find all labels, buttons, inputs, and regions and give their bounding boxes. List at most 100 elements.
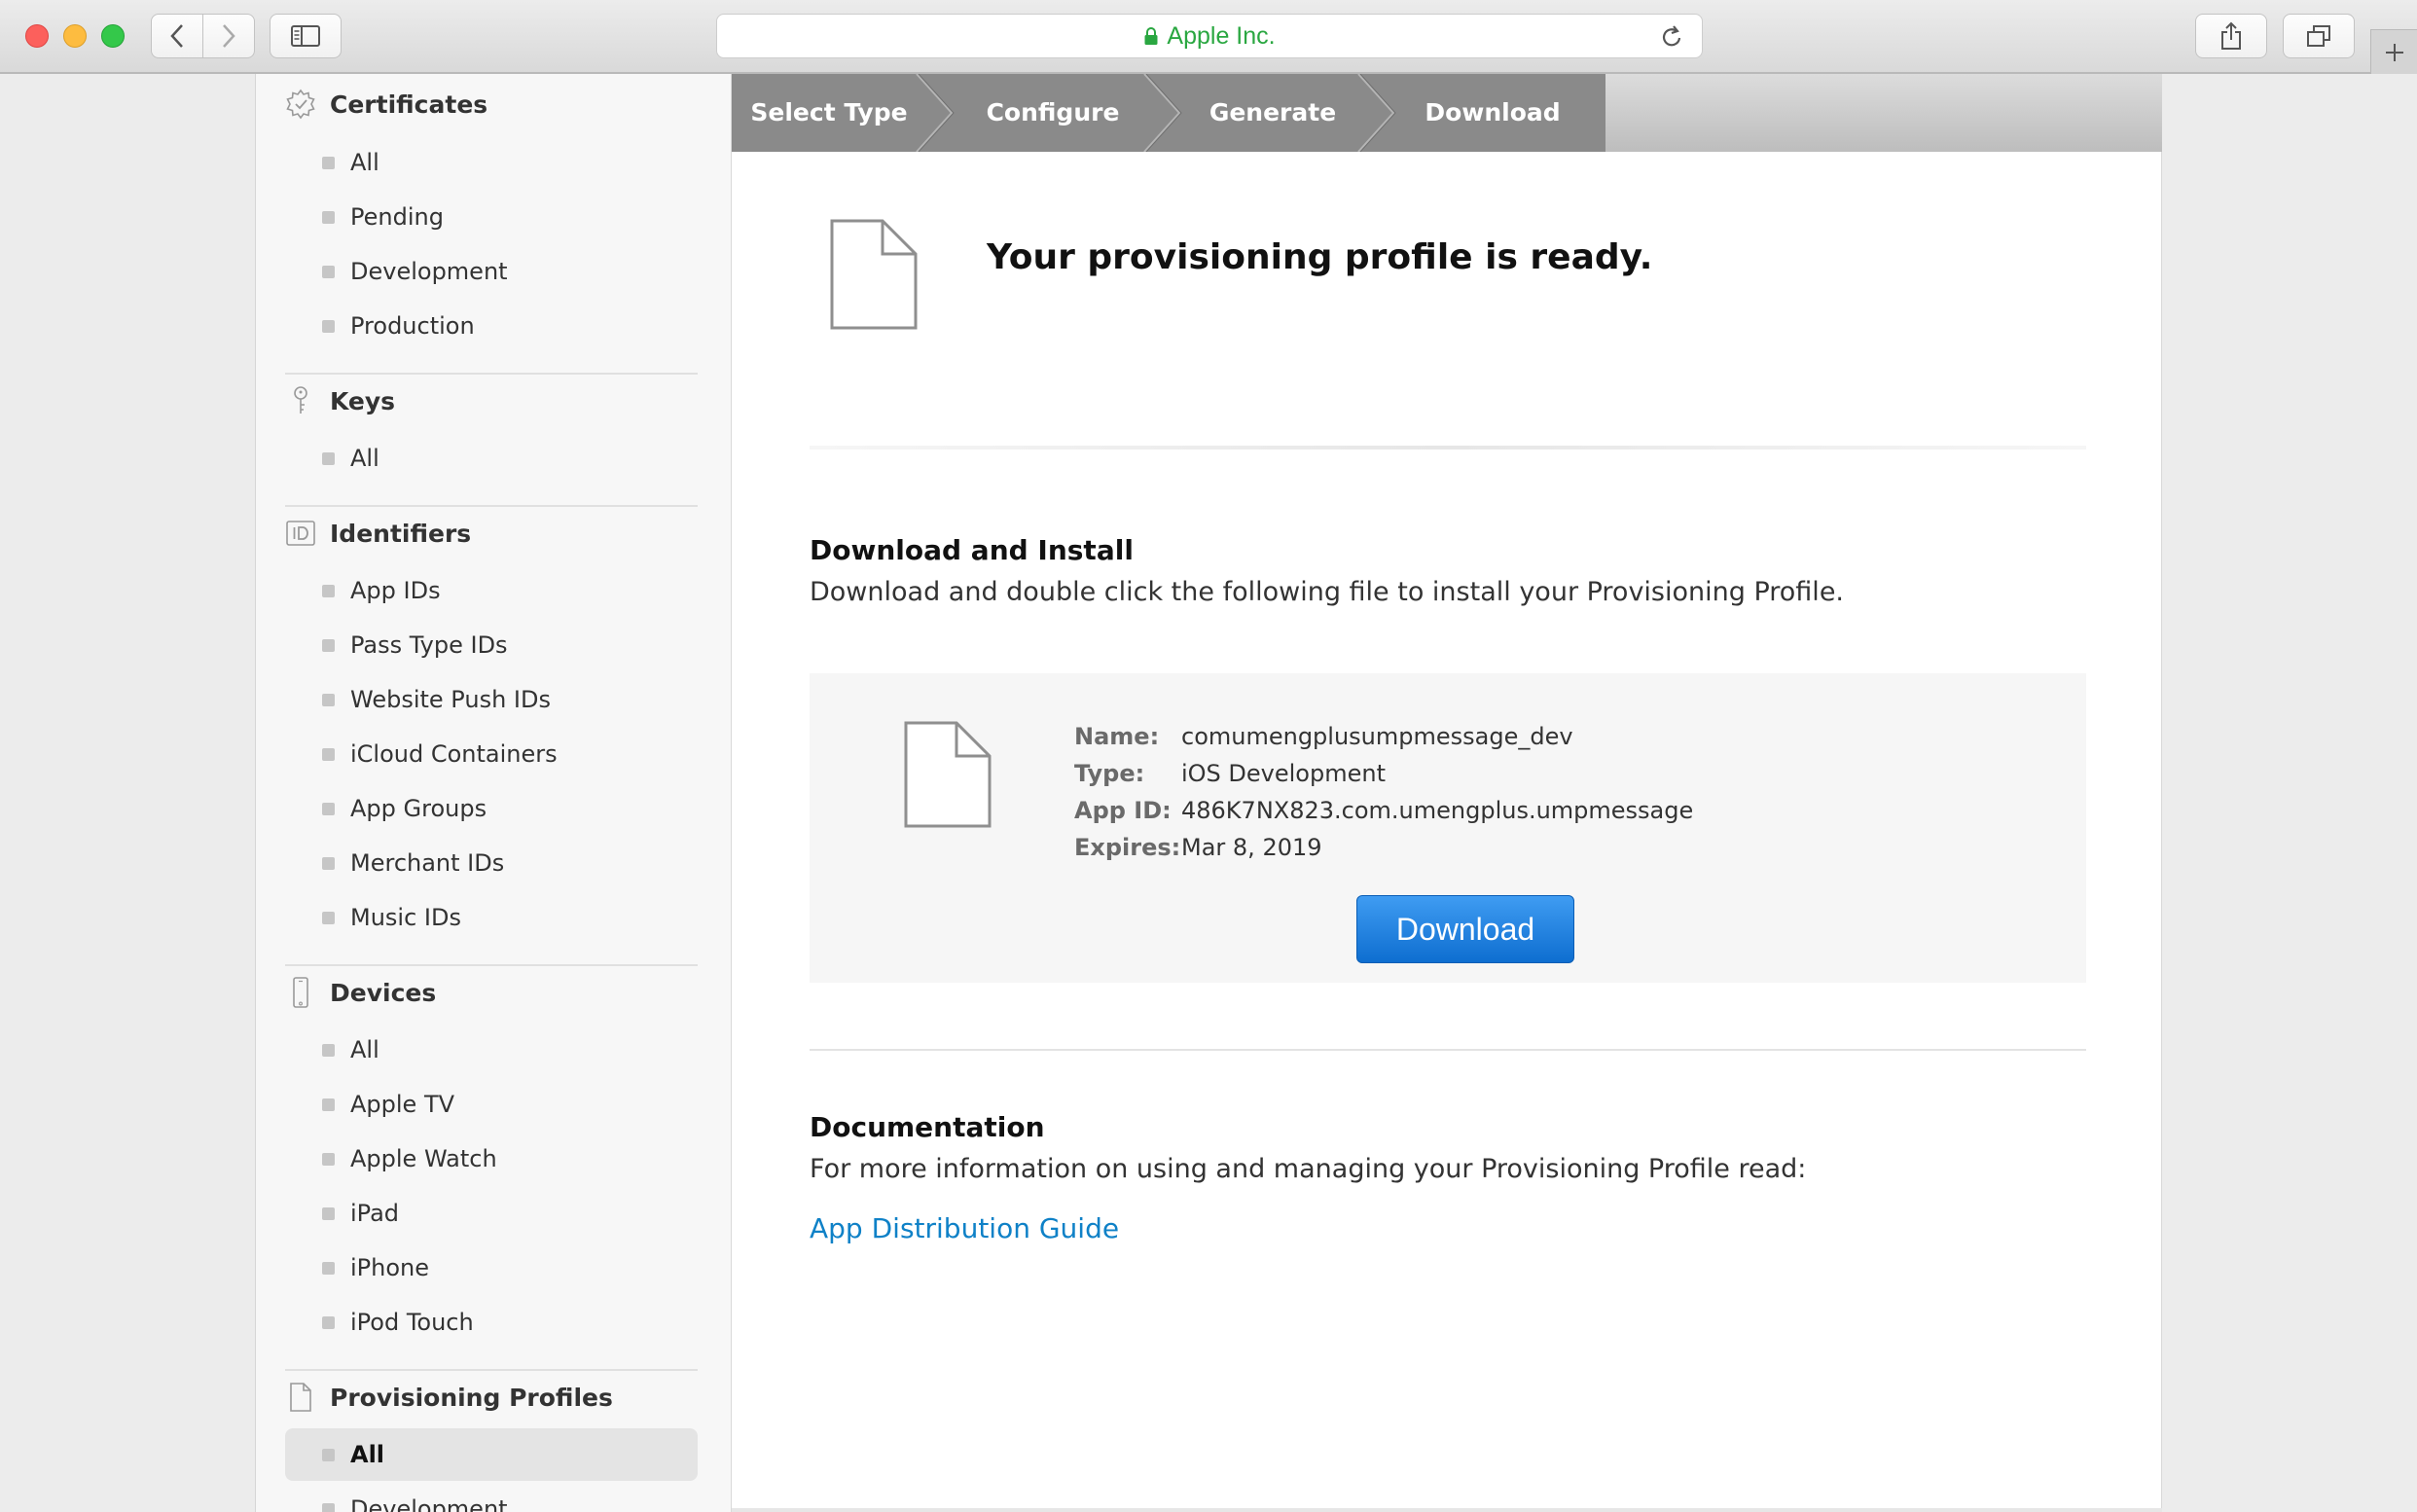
sidebar-section-provisioning-profiles[interactable]: Provisioning Profiles [285, 1382, 613, 1413]
bullet-icon [322, 1502, 335, 1512]
profile-type-row: Type: iOS Development [1074, 755, 1693, 792]
sidebar-item-icloud-containers[interactable]: iCloud Containers [285, 728, 698, 780]
profile-appid-label: App ID: [1074, 797, 1172, 824]
sidebar-item-apple-watch[interactable]: Apple Watch [285, 1133, 698, 1185]
profile-card: Name: comumengplusumpmessage_dev Type: i… [810, 673, 2086, 983]
profile-name-label: Name: [1074, 723, 1160, 750]
sidebar-item-apple-tv[interactable]: Apple TV [285, 1078, 698, 1131]
id-icon [285, 518, 316, 549]
sidebar-item-website-push-ids[interactable]: Website Push IDs [285, 673, 698, 726]
bullet-icon [322, 1152, 335, 1166]
bullet-icon [322, 265, 335, 278]
download-heading: Download and Install [810, 534, 1134, 566]
main-content: Select Type Configure Generate Download … [732, 74, 2162, 1512]
sidebar-item-ipod-touch[interactable]: iPod Touch [285, 1296, 698, 1349]
sidebar-section-certificates[interactable]: Certificates [285, 89, 487, 120]
app-distribution-guide-link[interactable]: App Distribution Guide [810, 1212, 1119, 1244]
bullet-icon [322, 1261, 335, 1275]
sidebar-section-identifiers[interactable]: Identifiers [285, 518, 471, 549]
sidebar-item-devices-all[interactable]: All [285, 1024, 698, 1076]
sidebar-item-profiles-development[interactable]: Development [285, 1483, 698, 1512]
forward-button[interactable] [202, 15, 254, 57]
reload-icon [1662, 25, 1681, 47]
share-button[interactable] [2195, 14, 2267, 58]
sidebar-item-music-ids[interactable]: Music IDs [285, 891, 698, 944]
document-icon [830, 219, 918, 330]
back-button[interactable] [152, 15, 202, 57]
reload-button[interactable] [1659, 23, 1684, 54]
close-window-button[interactable] [25, 24, 49, 48]
bullet-icon [322, 1448, 335, 1461]
bullet-icon [322, 747, 335, 761]
sidebar-item-certificates-pending[interactable]: Pending [285, 191, 698, 243]
sidebar-item-app-groups[interactable]: App Groups [285, 782, 698, 835]
profile-type-label: Type: [1074, 760, 1145, 787]
key-icon [285, 385, 316, 416]
download-button[interactable]: Download [1356, 895, 1574, 963]
minimize-window-button[interactable] [63, 24, 87, 48]
chevron-right-icon [223, 24, 235, 48]
history-nav [151, 14, 255, 58]
profile-type-value: iOS Development [1181, 760, 1386, 787]
sidebar-item-iphone[interactable]: iPhone [285, 1242, 698, 1294]
sidebar-item-app-ids[interactable]: App IDs [285, 564, 698, 617]
bullet-icon [322, 1043, 335, 1057]
sidebar-toggle-button[interactable] [270, 14, 342, 58]
sidebar-divider [285, 505, 698, 507]
profile-details: Name: comumengplusumpmessage_dev Type: i… [1074, 718, 1693, 866]
download-instructions: Download and double click the following … [810, 577, 1845, 607]
certificate-icon [285, 89, 316, 120]
profile-name-row: Name: comumengplusumpmessage_dev [1074, 718, 1693, 755]
device-icon [285, 977, 316, 1008]
sidebar-item-certificates-all[interactable]: All [285, 136, 698, 189]
plus-icon [2385, 43, 2403, 61]
share-icon [2221, 21, 2241, 50]
bullet-icon [322, 1315, 335, 1329]
browser-toolbar: Apple Inc. [0, 0, 2417, 74]
content-bottom-edge [732, 1508, 2162, 1512]
document-icon [285, 1382, 316, 1413]
page-title: Your provisioning profile is ready. [987, 237, 1653, 277]
profile-appid-value: 486K7NX823.com.umengplus.umpmessage [1181, 797, 1694, 824]
bullet-icon [322, 1098, 335, 1111]
address-text: Apple Inc. [1167, 21, 1276, 50]
bullet-icon [322, 210, 335, 224]
bullet-icon [322, 584, 335, 597]
profile-expires-label: Expires: [1074, 834, 1181, 861]
bullet-icon [322, 856, 335, 870]
bullet-icon [322, 638, 335, 652]
web-page: Certificates All Pending Development Pro… [0, 74, 2417, 1512]
documentation-text: For more information on using and managi… [810, 1154, 1807, 1184]
document-icon [904, 721, 992, 828]
bullet-icon [322, 802, 335, 815]
sidebar: Certificates All Pending Development Pro… [255, 74, 732, 1512]
new-tab-button[interactable] [2370, 29, 2417, 74]
sidebar-item-pass-type-ids[interactable]: Pass Type IDs [285, 619, 698, 671]
step-download: Download [1425, 98, 1561, 126]
zoom-window-button[interactable] [101, 24, 125, 48]
address-bar[interactable]: Apple Inc. [716, 14, 1703, 58]
profile-expires-row: Expires: Mar 8, 2019 [1074, 829, 1693, 866]
documentation-heading: Documentation [810, 1111, 1045, 1143]
step-progress-bar: Select Type Configure Generate Download [732, 74, 2162, 152]
sidebar-item-ipad[interactable]: iPad [285, 1187, 698, 1240]
sidebar-section-keys[interactable]: Keys [285, 385, 395, 416]
sidebar-item-merchant-ids[interactable]: Merchant IDs [285, 837, 698, 889]
tabs-overview-button[interactable] [2283, 14, 2355, 58]
bullet-icon [322, 1206, 335, 1220]
bullet-icon [322, 319, 335, 333]
sidebar-section-devices[interactable]: Devices [285, 977, 436, 1008]
sidebar-divider [285, 1369, 698, 1371]
sidebar-item-certificates-production[interactable]: Production [285, 300, 698, 352]
bullet-icon [322, 693, 335, 706]
tabs-icon [2307, 25, 2330, 47]
bullet-icon [322, 156, 335, 169]
sidebar-item-profiles-all[interactable]: All [285, 1428, 698, 1481]
bullet-icon [322, 911, 335, 924]
sidebar-divider [285, 964, 698, 966]
sidebar-item-keys-all[interactable]: All [285, 432, 698, 485]
profile-appid-row: App ID: 486K7NX823.com.umengplus.umpmess… [1074, 792, 1693, 829]
sidebar-item-certificates-development[interactable]: Development [285, 245, 698, 298]
step-generate: Generate [1208, 98, 1337, 126]
profile-name-value: comumengplusumpmessage_dev [1181, 723, 1573, 750]
